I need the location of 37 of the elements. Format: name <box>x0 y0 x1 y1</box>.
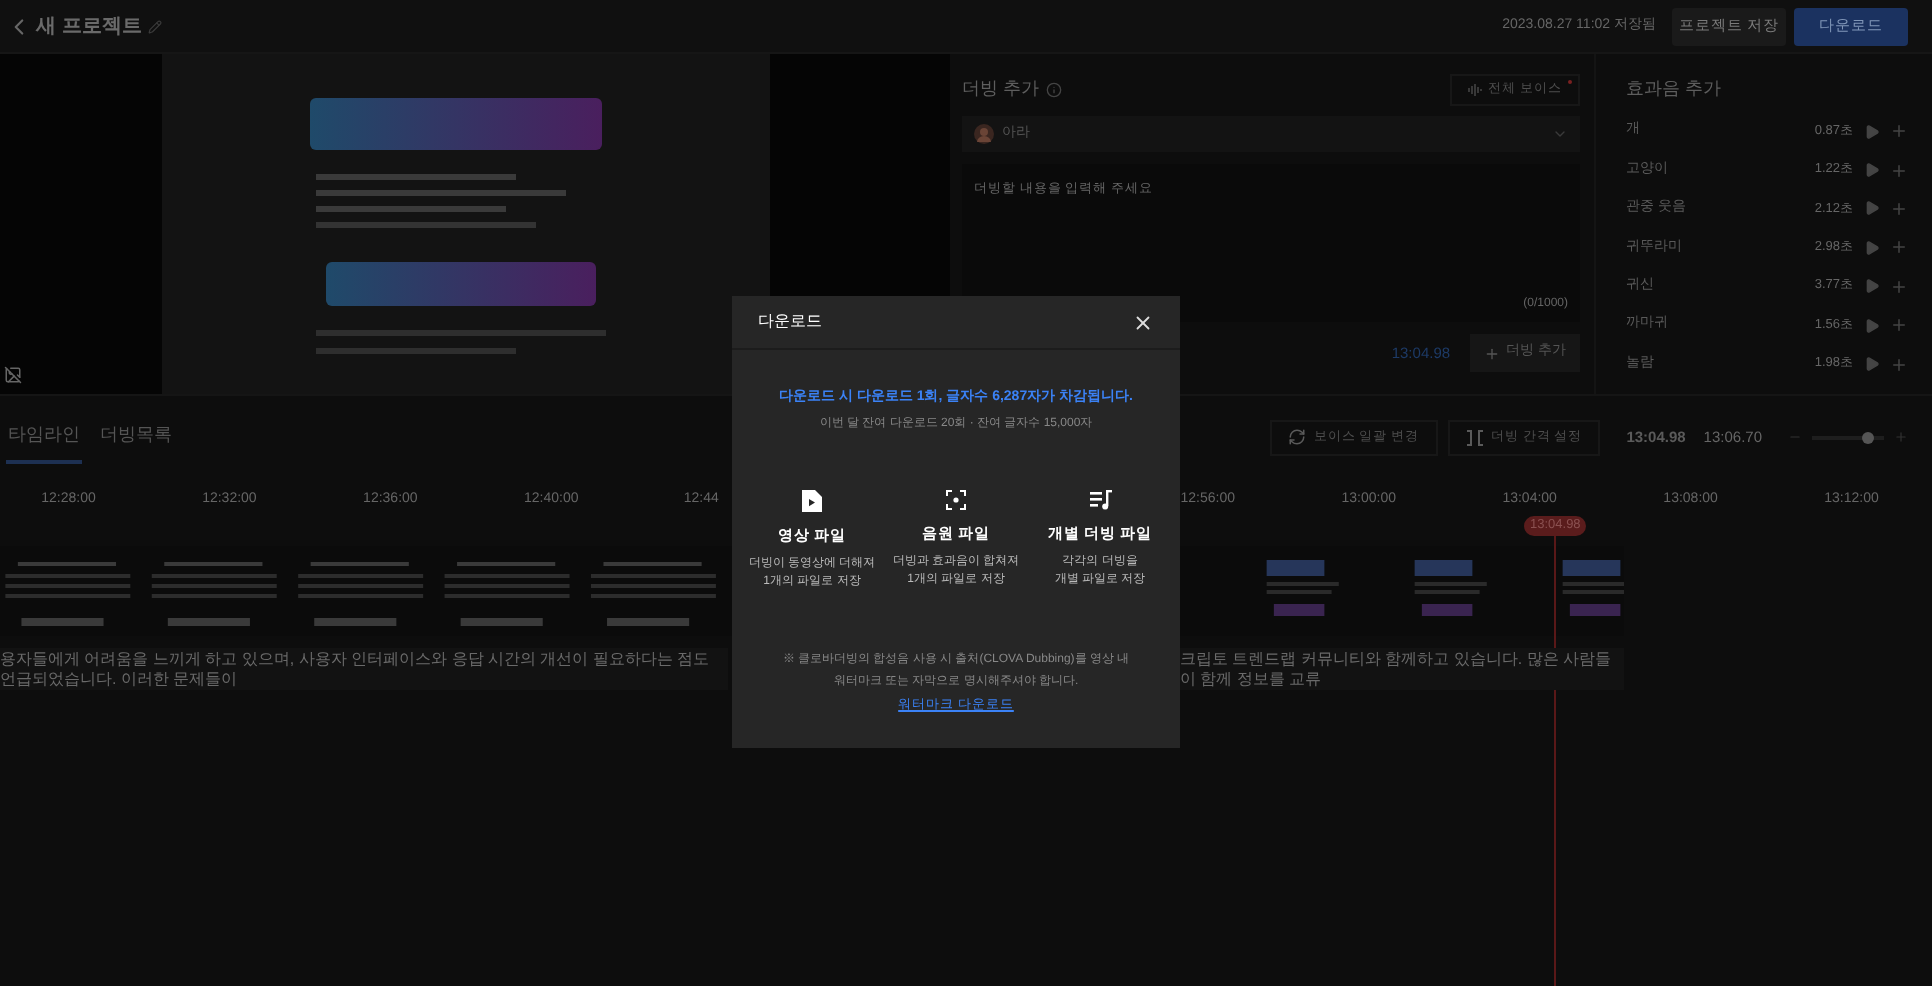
plus-icon[interactable] <box>1890 316 1908 335</box>
zoom-thumb[interactable] <box>1862 431 1875 443</box>
plus-icon <box>1484 345 1501 361</box>
info-icon[interactable] <box>1045 82 1062 98</box>
plus-icon[interactable] <box>1890 122 1908 141</box>
play-icon[interactable] <box>1864 317 1880 334</box>
close-icon[interactable] <box>1132 311 1154 333</box>
plus-icon[interactable] <box>1890 238 1908 257</box>
play-icon[interactable] <box>1864 356 1880 373</box>
music-list-icon <box>1089 489 1111 509</box>
dialog-title: 다운로드 <box>758 310 822 334</box>
chevron-down-icon <box>1552 126 1568 142</box>
plus-icon[interactable] <box>1890 277 1908 296</box>
plus-icon[interactable] <box>1890 355 1908 374</box>
plus-icon[interactable] <box>1890 161 1908 180</box>
project-title: 새 프로젝트 <box>36 13 142 41</box>
panel-title: 더빙 추가 <box>962 76 1040 103</box>
video-file-icon <box>802 489 822 511</box>
plus-icon[interactable] <box>1890 199 1908 218</box>
play-icon[interactable] <box>1864 200 1880 217</box>
caption-clip[interactable]: 용자들에게 어려움을 느끼게 하고 있으며, 사용자 인터페이스와 응답 시간의 개선이 필요하다는 점도 언급되었습니다. 이러한 문제들이 <box>0 648 728 690</box>
play-icon[interactable] <box>1864 162 1880 179</box>
timeline-tab[interactable]: 더빙목록 <box>98 410 174 464</box>
play-icon[interactable] <box>1864 278 1880 295</box>
play-icon[interactable] <box>1864 123 1880 140</box>
edit-icon[interactable] <box>147 19 162 33</box>
play-icon[interactable] <box>1864 239 1880 256</box>
brackets-icon <box>1465 429 1484 445</box>
avatar-icon <box>974 124 994 144</box>
caption-clip[interactable]: 크립토 트렌드랩 커뮤니티와 함께하고 있습니다. 많은 사람들이 함께 정보를 교류 <box>1180 648 1624 690</box>
image-off-icon[interactable] <box>4 366 22 384</box>
refresh-icon <box>1287 428 1306 446</box>
waveform-icon <box>1468 84 1483 96</box>
panel-title: 효과음 추가 <box>1626 76 1722 103</box>
timeline-tab[interactable]: 타임라인 <box>6 410 82 464</box>
zoom-in-icon[interactable] <box>1894 430 1908 444</box>
focus-frame-icon <box>946 489 966 509</box>
